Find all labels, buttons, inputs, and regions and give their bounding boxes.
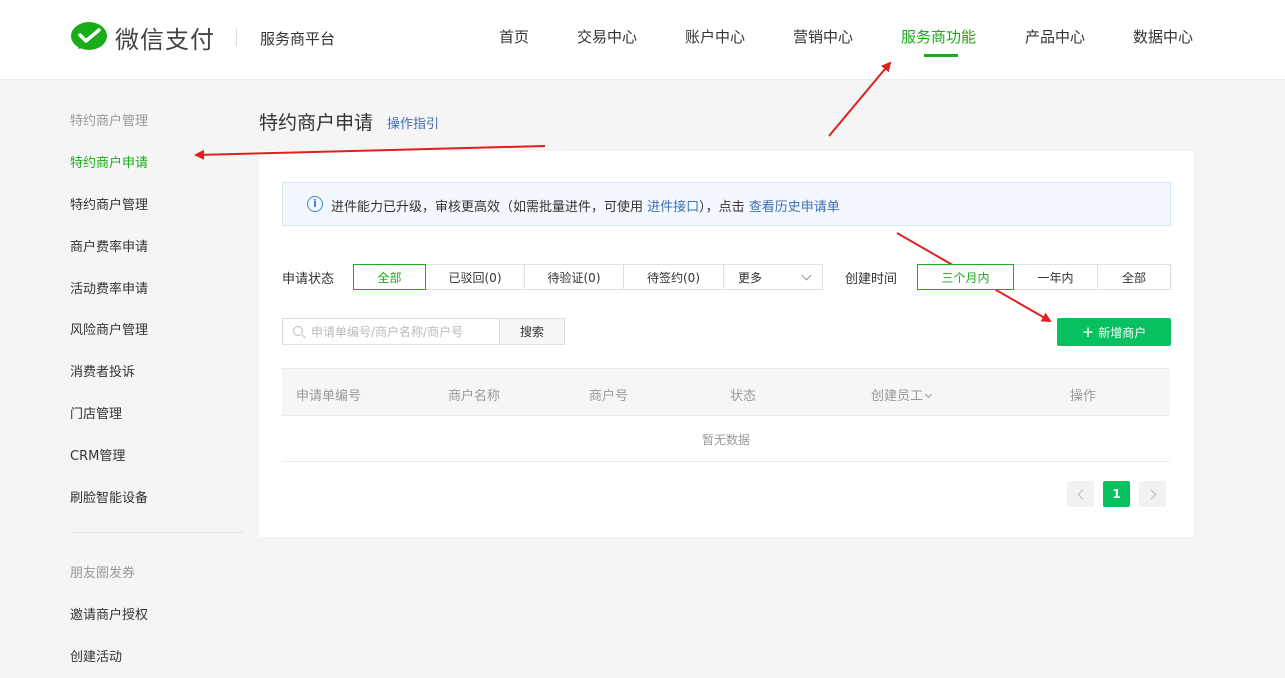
search-button[interactable]: 搜索 — [499, 318, 565, 345]
time-filter-label: 创建时间 — [845, 272, 898, 287]
sidebar-item-risk-merchant[interactable]: 风险商户管理 — [70, 319, 148, 338]
main-nav: 首页 交易中心 账户中心 营销中心 服务商功能 产品中心 数据中心 — [0, 26, 1285, 66]
nav-trade-center[interactable]: 交易中心 — [577, 26, 637, 47]
page-title: 特约商户申请 — [259, 112, 374, 134]
top-bar: 微信支付 服务商平台 首页 交易中心 账户中心 营销中心 服务商功能 产品中心 … — [0, 0, 1285, 80]
status-filter-label: 申请状态 — [282, 272, 335, 287]
nav-active-underline — [924, 54, 958, 57]
add-merchant-label: 新增商户 — [1098, 325, 1147, 340]
next-page-button[interactable] — [1139, 481, 1166, 507]
status-more-label: 更多 — [738, 270, 763, 285]
time-option-3months[interactable]: 三个月内 — [917, 264, 1014, 290]
chevron-left-icon — [1077, 489, 1087, 499]
history-link[interactable]: 查看历史申请单 — [749, 200, 840, 215]
sidebar-divider — [70, 532, 244, 533]
status-option-verify[interactable]: 待验证(0) — [524, 264, 624, 290]
chevron-right-icon — [1146, 489, 1156, 499]
api-link[interactable]: 进件接口 — [647, 200, 699, 215]
table-header: 申请单编号 商户名称 商户号 状态 创建员工 操作 — [282, 368, 1170, 416]
sidebar-item-create-activity[interactable]: 创建活动 — [70, 646, 122, 665]
table-empty-row: 暂无数据 — [282, 416, 1170, 462]
nav-service-functions[interactable]: 服务商功能 — [901, 26, 976, 47]
sidebar-group-merchant: 特约商户管理 — [70, 114, 149, 129]
sidebar-item-merchant-manage[interactable]: 特约商户管理 — [70, 194, 148, 213]
empty-text: 暂无数据 — [701, 433, 750, 447]
chevron-down-icon — [801, 270, 812, 280]
sidebar-item-stores[interactable]: 门店管理 — [70, 403, 122, 422]
notice-text-mid: ），点击 — [699, 200, 749, 215]
time-option-1year[interactable]: 一年内 — [1013, 264, 1098, 290]
nav-home[interactable]: 首页 — [499, 26, 529, 47]
nav-data-center[interactable]: 数据中心 — [1133, 26, 1193, 47]
notice-text-before: 进件能力已升级，审核更高效（如需批量进件，可使用 — [331, 200, 648, 215]
status-option-rejected[interactable]: 已驳回(0) — [425, 264, 525, 290]
notice-banner: i 进件能力已升级，审核更高效（如需批量进件，可使用 进件接口），点击 查看历史… — [282, 182, 1171, 226]
prev-page-button[interactable] — [1067, 481, 1094, 507]
col-merchant-id: 商户号 — [589, 389, 629, 404]
chevron-down-icon — [924, 390, 933, 399]
col-creator[interactable]: 创建员工 — [871, 385, 933, 404]
sidebar-item-crm[interactable]: CRM管理 — [70, 445, 125, 464]
col-actions: 操作 — [1070, 389, 1097, 404]
status-more-dropdown[interactable]: 更多 — [723, 264, 823, 290]
plus-icon: + — [1081, 322, 1095, 341]
time-option-all[interactable]: 全部 — [1097, 264, 1171, 290]
sidebar-item-face-devices[interactable]: 刷脸智能设备 — [70, 487, 148, 506]
add-merchant-button[interactable]: + 新增商户 — [1057, 318, 1171, 346]
nav-account-center[interactable]: 账户中心 — [685, 26, 745, 47]
nav-marketing-center[interactable]: 营销中心 — [793, 26, 853, 47]
sidebar-item-complaints[interactable]: 消费者投诉 — [70, 361, 135, 380]
sidebar-item-rate-apply[interactable]: 商户费率申请 — [70, 236, 148, 255]
status-option-all[interactable]: 全部 — [353, 264, 426, 290]
col-merchant-name: 商户名称 — [448, 389, 501, 404]
search-box — [282, 318, 500, 345]
nav-product-center[interactable]: 产品中心 — [1025, 26, 1085, 47]
status-option-sign[interactable]: 待签约(0) — [623, 264, 724, 290]
col-application-id: 申请单编号 — [296, 389, 362, 404]
notice-text: 进件能力已升级，审核更高效（如需批量进件，可使用 进件接口），点击 查看历史申请… — [331, 196, 840, 215]
sidebar-item-invite-auth[interactable]: 邀请商户授权 — [70, 604, 148, 623]
col-status: 状态 — [730, 389, 757, 404]
sidebar-item-merchant-apply[interactable]: 特约商户申请 — [70, 152, 148, 171]
page-1-button[interactable]: 1 — [1103, 481, 1130, 507]
guide-link[interactable]: 操作指引 — [387, 113, 439, 132]
search-icon — [293, 326, 303, 336]
search-input[interactable] — [311, 323, 491, 341]
sidebar-group-moments: 朋友圈发券 — [70, 566, 136, 581]
info-icon: i — [307, 196, 323, 212]
sidebar-item-activity-rate[interactable]: 活动费率申请 — [70, 278, 148, 297]
col-creator-label: 创建员工 — [871, 389, 924, 404]
